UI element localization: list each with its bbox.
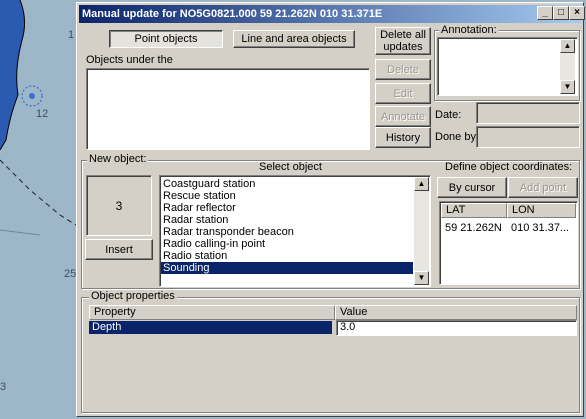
list-item[interactable]: Radar reflector: [161, 202, 413, 214]
scroll-up-arrow-icon[interactable]: ▲: [560, 39, 575, 53]
depth-label: 25: [64, 268, 76, 280]
maximize-button[interactable]: □: [553, 6, 569, 20]
object-properties-title: Object properties: [89, 290, 177, 302]
by-cursor-button[interactable]: By cursor: [437, 177, 507, 198]
history-button[interactable]: History: [375, 127, 431, 148]
manual-update-dialog: Manual update for NO5G0821.000 59 21.262…: [76, 2, 585, 417]
property-value-input[interactable]: 3.0: [336, 320, 577, 336]
object-list-scrollbar[interactable]: ▲ ▼: [414, 177, 429, 285]
new-object-title: New object:: [87, 153, 149, 165]
delete-all-updates-button[interactable]: Delete all updates: [375, 27, 431, 55]
minimize-button[interactable]: _: [537, 6, 553, 20]
date-field[interactable]: [476, 102, 580, 124]
add-point-button[interactable]: Add point: [508, 177, 578, 198]
select-object-title: Select object: [259, 161, 322, 173]
list-item[interactable]: Radio calling-in point: [161, 238, 413, 250]
tab-line-area-objects[interactable]: Line and area objects: [233, 30, 355, 48]
title-bar[interactable]: Manual update for NO5G0821.000 59 21.262…: [79, 5, 581, 23]
list-item[interactable]: Radio station: [161, 250, 413, 262]
coordinate-lat-cell[interactable]: 59 21.262N: [445, 222, 502, 234]
coordinate-lon-cell[interactable]: 010 31.37...: [511, 222, 569, 234]
window-title: Manual update for NO5G0821.000 59 21.262…: [82, 8, 383, 20]
define-coordinates-title: Define object coordinates:: [445, 161, 573, 173]
list-item[interactable]: Coastguard station: [161, 178, 413, 190]
date-label: Date:: [435, 109, 462, 121]
annotation-scrollbar[interactable]: ▲ ▼: [560, 39, 575, 94]
list-item-selected[interactable]: Sounding: [161, 262, 413, 274]
column-header-lon[interactable]: LON: [507, 203, 576, 218]
done-by-field[interactable]: [476, 126, 580, 148]
done-by-label: Done by:: [435, 131, 480, 143]
background-chart: 12 1 25 3: [0, 0, 76, 419]
edit-button[interactable]: Edit: [375, 83, 431, 104]
property-name-cell[interactable]: Depth: [89, 321, 332, 334]
scroll-down-arrow-icon[interactable]: ▼: [414, 271, 429, 285]
tab-point-objects[interactable]: Point objects: [109, 30, 223, 48]
list-item[interactable]: Rescue station: [161, 190, 413, 202]
object-type-list: Coastguard station Rescue station Radar …: [161, 178, 413, 274]
delete-button[interactable]: Delete: [375, 59, 431, 80]
list-item[interactable]: Radar station: [161, 214, 413, 226]
object-symbol-preview: 3: [86, 175, 152, 236]
column-header-property[interactable]: Property: [89, 305, 335, 320]
depth-label: 12: [36, 108, 48, 120]
scroll-down-arrow-icon[interactable]: ▼: [560, 80, 575, 94]
scroll-up-arrow-icon[interactable]: ▲: [414, 177, 429, 191]
close-button[interactable]: ×: [569, 6, 585, 20]
insert-button[interactable]: Insert: [85, 239, 153, 260]
column-header-lat[interactable]: LAT: [441, 203, 507, 218]
depth-label: 1: [68, 29, 74, 41]
annotate-button[interactable]: Annotate: [375, 106, 431, 127]
list-item[interactable]: Radar transponder beacon: [161, 226, 413, 238]
objects-under-list[interactable]: [86, 68, 370, 150]
annotation-label: Annotation:: [439, 24, 499, 36]
depth-label: 3: [0, 381, 6, 393]
annotation-textarea[interactable]: [437, 37, 578, 96]
objects-under-label: Objects under the: [86, 54, 173, 66]
column-header-value[interactable]: Value: [335, 305, 577, 320]
